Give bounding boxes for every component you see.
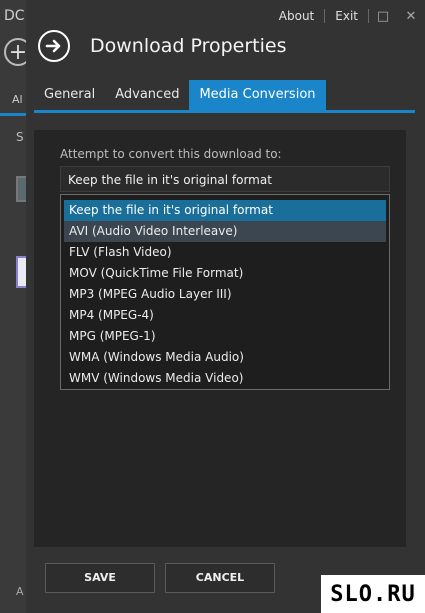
conversion-prompt-label: Attempt to convert this download to: [60,147,282,161]
media-conversion-panel: Attempt to convert this download to: Kee… [34,130,406,547]
background-app-strip: DC + Al S A [0,0,32,613]
format-option-wmv[interactable]: WMV (Windows Media Video) [64,368,386,389]
tab-bar: General Advanced Media Conversion [34,80,415,113]
watermark-logo: SLO.RU [321,575,425,613]
watermark-text: SLO.RU [330,581,416,607]
format-option-mpg[interactable]: MPG (MPEG-1) [64,326,386,347]
format-option-flv[interactable]: FLV (Flash Video) [64,242,386,263]
back-arrow-icon[interactable] [38,30,70,62]
background-tab[interactable]: Al [12,93,23,106]
top-nav: About Exit □ ✕ [269,0,425,32]
format-option-mov[interactable]: MOV (QuickTime File Format) [64,263,386,284]
maximize-icon[interactable]: □ [369,9,397,24]
save-button[interactable]: SAVE [45,563,155,593]
exit-link[interactable]: Exit [325,9,368,23]
format-option-original[interactable]: Keep the file in it's original format [64,200,386,221]
format-option-avi[interactable]: AVI (Audio Video Interleave) [64,221,386,242]
download-properties-dialog: About Exit □ ✕ Download Properties Gener… [26,0,425,613]
format-option-mp4[interactable]: MP4 (MPEG-4) [64,305,386,326]
background-section-label: S [16,130,24,144]
dialog-title: Download Properties [90,35,287,57]
tab-advanced[interactable]: Advanced [105,80,189,110]
conversion-format-dropdown: Keep the file in it's original format AV… [60,194,390,390]
about-link[interactable]: About [269,9,324,23]
background-bottom-label: A [16,585,24,598]
format-option-wma[interactable]: WMA (Windows Media Audio) [64,347,386,368]
tab-general[interactable]: General [34,80,105,110]
dialog-header: Download Properties [38,30,287,62]
tab-media-conversion[interactable]: Media Conversion [189,80,326,110]
background-tab-indicator [0,113,26,116]
cancel-button[interactable]: CANCEL [165,563,275,593]
format-option-mp3[interactable]: MP3 (MPEG Audio Layer III) [64,284,386,305]
close-icon[interactable]: ✕ [397,9,425,24]
background-app-title: DC [4,8,25,24]
conversion-format-select[interactable]: Keep the file in it's original format [60,166,390,192]
